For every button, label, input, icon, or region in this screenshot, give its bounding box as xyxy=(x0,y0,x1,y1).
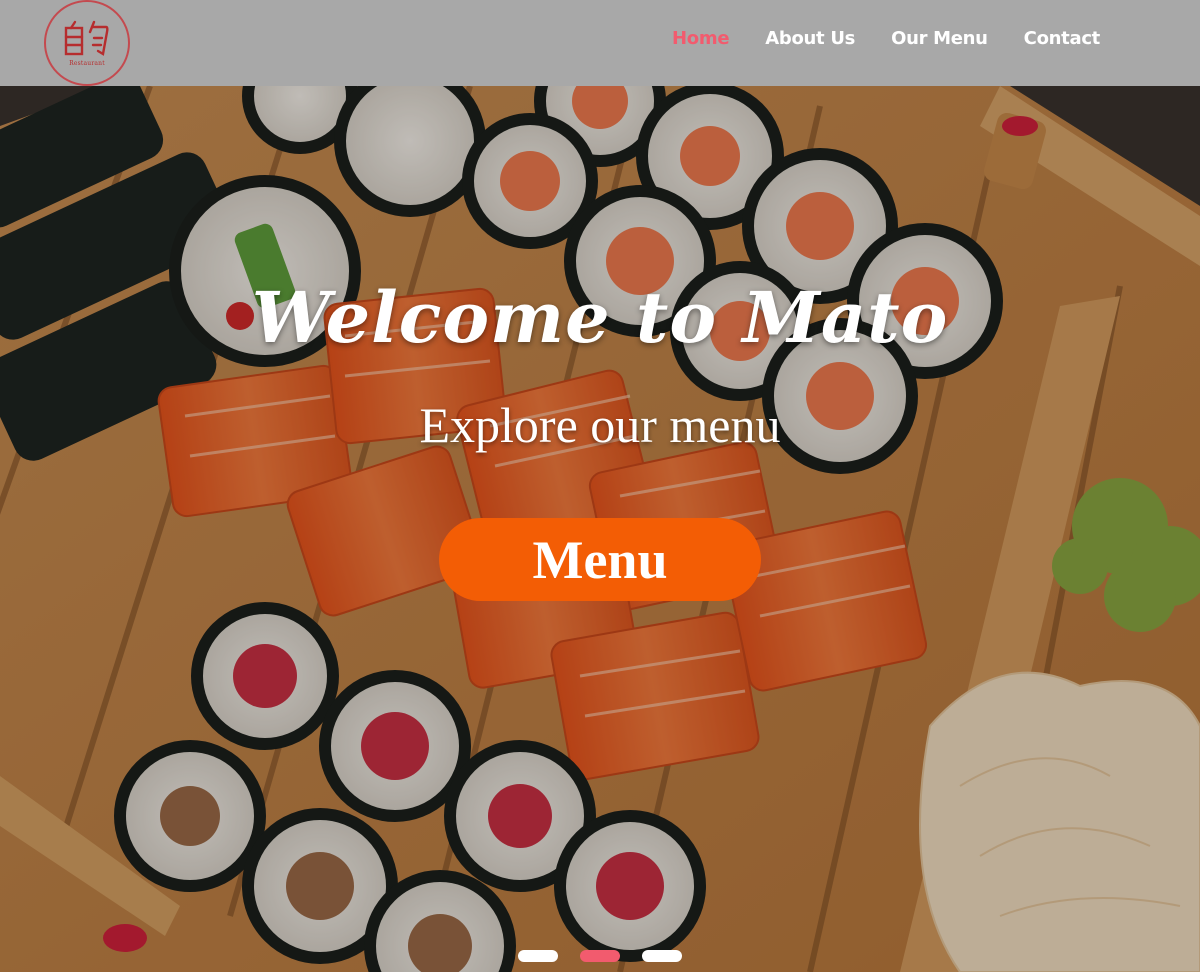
carousel-dot-1[interactable] xyxy=(518,950,558,962)
hero-subtitle: Explore our menu xyxy=(419,397,781,453)
hero-section: Welcome to Mato Explore our menu Menu xyxy=(0,86,1200,972)
nav-about-us[interactable]: About Us xyxy=(765,28,855,49)
main-navigation: Home About Us Our Menu Contact xyxy=(672,28,1100,49)
carousel-dot-2[interactable] xyxy=(580,950,620,962)
logo-glyph-icon xyxy=(64,20,109,56)
nav-home[interactable]: Home xyxy=(672,28,730,49)
menu-button[interactable]: Menu xyxy=(439,518,761,601)
nav-our-menu[interactable]: Our Menu xyxy=(891,28,988,49)
logo-subtitle: Restaurant xyxy=(69,60,105,67)
nav-contact[interactable]: Contact xyxy=(1024,28,1101,49)
hero-title: Welcome to Mato xyxy=(251,276,949,359)
carousel-indicators xyxy=(0,950,1200,962)
carousel-dot-3[interactable] xyxy=(642,950,682,962)
navbar: Restaurant Home About Us Our Menu Contac… xyxy=(0,0,1200,86)
restaurant-logo[interactable]: Restaurant xyxy=(44,0,130,86)
